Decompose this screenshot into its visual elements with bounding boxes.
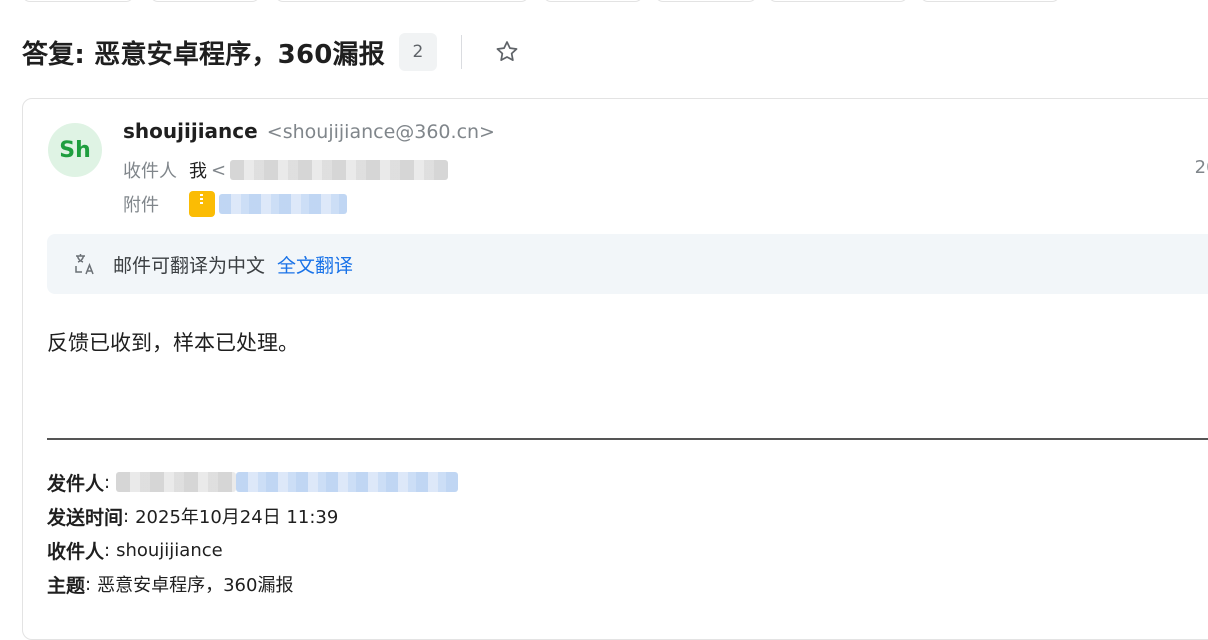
recipient-email-open: < [211, 159, 227, 181]
quoted-subject-row: 主题: 恶意安卓程序，360漏报 [47, 567, 458, 601]
message-body: 反馈已收到，样本已处理。 [47, 331, 299, 355]
quoted-subject-value: 恶意安卓程序，360漏报 [97, 575, 294, 596]
quoted-sent-value: 2025年10月24日 11:39 [135, 507, 339, 528]
toolbar-tab[interactable] [22, 0, 134, 2]
toolbar-tab[interactable] [150, 0, 260, 2]
sender-name[interactable]: shoujijiance [123, 119, 258, 143]
toolbar-tab[interactable] [543, 0, 643, 2]
quoted-to-row: 收件人: shoujijiance [47, 533, 458, 567]
redacted-from-name [116, 472, 237, 492]
avatar[interactable]: Sh [48, 123, 102, 177]
sender-line: shoujijiance <shoujijiance@360.cn> [123, 119, 495, 143]
quoted-sent-row: 发送时间: 2025年10月24日 11:39 [47, 499, 458, 533]
translate-notice: 邮件可翻译为中文 [113, 254, 266, 277]
quoted-to-value: shoujijiance [116, 539, 223, 561]
toolbar-tab[interactable] [768, 0, 908, 2]
toolbar-tab[interactable] [275, 0, 529, 2]
divider [460, 35, 462, 69]
quoted-header: 发件人: 发送时间: 2025年10月24日 11:39 收件人: shouji… [47, 465, 459, 601]
recipient-row: 收件人 我 < [123, 157, 449, 183]
message-card: Sh shoujijiance <shoujijiance@360.cn> 收件… [22, 98, 1208, 640]
redacted-recipient-email [230, 160, 449, 180]
quoted-subject-label: 主题 [47, 574, 86, 597]
star-outline-icon[interactable] [494, 39, 520, 65]
subject-title: 答复: 恶意安卓程序，360漏报 [22, 39, 385, 70]
quoted-from-row: 发件人: [47, 465, 459, 499]
quoted-from-label: 发件人 [47, 472, 105, 495]
quote-divider [47, 438, 1208, 440]
translate-bar: 邮件可翻译为中文 全文翻译 [47, 234, 1208, 294]
message-date: 202 [1194, 157, 1208, 178]
toolbar-tab[interactable] [655, 0, 757, 2]
subject-row: 答复: 恶意安卓程序，360漏报 2 [22, 30, 520, 74]
zip-file-icon [189, 191, 215, 217]
toolbar-tab[interactable] [920, 0, 1060, 2]
translate-full-link[interactable]: 全文翻译 [277, 251, 353, 278]
sender-email: <shoujijiance@360.cn> [266, 121, 495, 143]
attachment-row: 附件 [123, 191, 347, 217]
redacted-from-email [236, 472, 459, 492]
thread-count-badge[interactable]: 2 [398, 33, 437, 71]
redacted-attachment-name[interactable] [219, 194, 347, 214]
quoted-sent-label: 发送时间 [47, 506, 124, 529]
attachment-label: 附件 [123, 195, 159, 216]
translate-icon [75, 254, 94, 275]
quoted-to-label: 收件人 [47, 540, 105, 563]
recipient-label: 收件人 [123, 161, 177, 182]
recipient-me[interactable]: 我 [189, 157, 207, 183]
